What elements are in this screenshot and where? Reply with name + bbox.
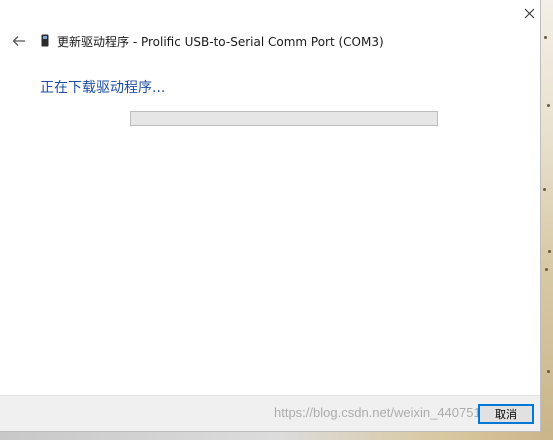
desktop-background-bottom bbox=[0, 432, 553, 440]
download-progress-bar bbox=[130, 111, 438, 126]
close-button[interactable] bbox=[518, 2, 540, 24]
update-driver-dialog: 更新驱动程序 - Prolific USB-to-Serial Comm Por… bbox=[0, 0, 541, 432]
cancel-button[interactable]: 取消 bbox=[478, 404, 534, 424]
page-heading: 正在下载驱动程序... bbox=[40, 80, 166, 96]
window-title: 更新驱动程序 - Prolific USB-to-Serial Comm Por… bbox=[57, 35, 384, 49]
desktop-background bbox=[541, 0, 553, 440]
usb-device-icon bbox=[41, 34, 49, 47]
watermark-text: https://blog.csdn.net/weixin_44075125 bbox=[274, 405, 496, 420]
back-arrow-icon bbox=[12, 36, 25, 46]
back-button[interactable] bbox=[9, 31, 29, 51]
close-icon bbox=[524, 8, 534, 18]
